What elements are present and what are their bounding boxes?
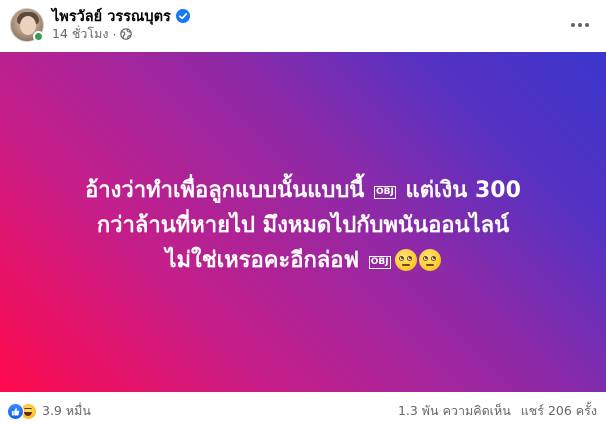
object-replacement-glyph: OBJ	[374, 185, 396, 199]
more-dot	[571, 23, 575, 27]
like-icon	[7, 402, 24, 420]
online-status-dot	[33, 31, 44, 42]
more-options-button[interactable]	[566, 11, 594, 39]
globe-icon[interactable]	[120, 28, 133, 40]
face-with-rolling-eyes-emoji	[394, 248, 417, 271]
post-line-3: ไม่ใช่เหรอคะอีกล่อฟ OBJ	[23, 243, 583, 278]
post-meta: 14 ชั่วโมง ·	[52, 24, 133, 44]
reaction-count: 3.9 หมื่น	[42, 403, 91, 418]
shares-count-link[interactable]: แชร์ 206 ครั้ง	[521, 401, 597, 421]
post-text: อ้างว่าทำเพื่อลูกแบบนั้นแบบนี้ OBJ แต่เง…	[23, 173, 583, 278]
post-line-1-tail: แต่เงิน 300	[405, 177, 521, 203]
post-footer: 3.9 หมื่น 1.3 พัน ความคิดเห็น แชร์ 206 ค…	[0, 392, 606, 424]
post-line-1-text: อ้างว่าทำเพื่อลูกแบบนั้นแบบนี้	[85, 177, 365, 203]
post-timestamp[interactable]: 14 ชั่วโมง	[52, 24, 108, 44]
comments-count-link[interactable]: 1.3 พัน ความคิดเห็น	[398, 401, 511, 421]
reactions-summary[interactable]: 3.9 หมื่น	[7, 401, 91, 421]
post-line-3-text: ไม่ใช่เหรอคะอีกล่อฟ	[165, 247, 360, 273]
meta-separator: ·	[112, 26, 117, 42]
post-line-1: อ้างว่าทำเพื่อลูกแบบนั้นแบบนี้ OBJ แต่เง…	[23, 173, 583, 208]
verified-badge-icon	[175, 9, 190, 23]
post-header: ไพรวัลย์ วรรณบุตร 14 ชั่วโมง ·	[0, 0, 606, 52]
colored-background-post: อ้างว่าทำเพื่อลูกแบบนั้นแบบนี้ OBJ แต่เง…	[0, 52, 606, 392]
face-with-rolling-eyes-emoji	[418, 248, 441, 271]
more-dot	[578, 23, 582, 27]
more-dot	[585, 23, 589, 27]
object-replacement-glyph: OBJ	[368, 255, 391, 269]
author-name-row: ไพรวัลย์ วรรณบุตร	[52, 6, 190, 26]
engagement-counts: 1.3 พัน ความคิดเห็น แชร์ 206 ครั้ง	[398, 401, 597, 421]
facebook-post: ไพรวัลย์ วรรณบุตร 14 ชั่วโมง · อ้างว่าทำ…	[0, 0, 606, 424]
post-line-2: กว่าล้านที่หายไป มึงหมดไปกับพนันออนไลน์	[96, 212, 510, 238]
